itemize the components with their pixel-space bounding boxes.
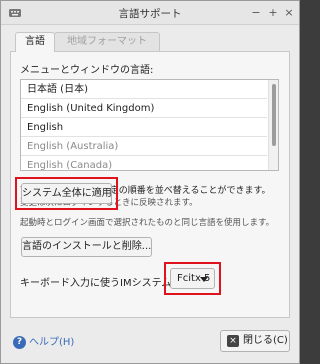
scrollbar-thumb[interactable] [272,84,276,146]
help-label: ヘルプ(H) [29,337,75,348]
menu-language-label: メニューとウィンドウの言語: [20,65,154,76]
apply-system-wide-button[interactable]: システム全体に適用 [21,183,112,204]
titlebar[interactable]: 言語サポート − + × [1,1,299,25]
apply-system-note: 起動時とログイン画面で選択されたものと同じ言語を使用します。 [20,218,275,228]
list-scrollbar[interactable] [268,80,278,170]
im-system-dropdown[interactable]: Fcitx 5 [170,268,215,289]
language-panel: メニューとウィンドウの言語: 日本語 (日本) English (United … [10,51,290,318]
language-support-window: 言語サポート − + × 言語 地域フォーマット メニューとウィンドウの言語: … [0,0,300,364]
close-icon[interactable]: × [281,5,297,21]
close-label: 閉じる(C) [243,335,288,346]
language-list[interactable]: 日本語 (日本) English (United Kingdom) Englis… [20,79,279,171]
list-item[interactable]: English (Australia) [21,137,267,156]
help-icon: ? [13,335,26,349]
close-window-icon: × [227,335,239,347]
list-item[interactable]: English (United Kingdom) [21,99,267,118]
im-system-label: キーボード入力に使うIMシステム [20,278,172,289]
install-remove-languages-button[interactable]: 言語のインストールと削除... [21,237,152,257]
list-item[interactable]: English (Canada) [21,156,267,170]
list-item[interactable]: 日本語 (日本) [21,80,267,99]
close-button[interactable]: × 閉じる(C) [220,330,290,352]
tab-regional-formats[interactable]: 地域フォーマット [54,32,160,51]
help-link[interactable]: ? ヘルプ(H) [13,334,74,352]
minimize-icon[interactable]: − [248,5,264,21]
tab-language[interactable]: 言語 [15,32,55,52]
maximize-icon[interactable]: + [265,5,281,21]
chevron-down-icon [200,277,208,282]
list-item[interactable]: English [21,118,267,137]
